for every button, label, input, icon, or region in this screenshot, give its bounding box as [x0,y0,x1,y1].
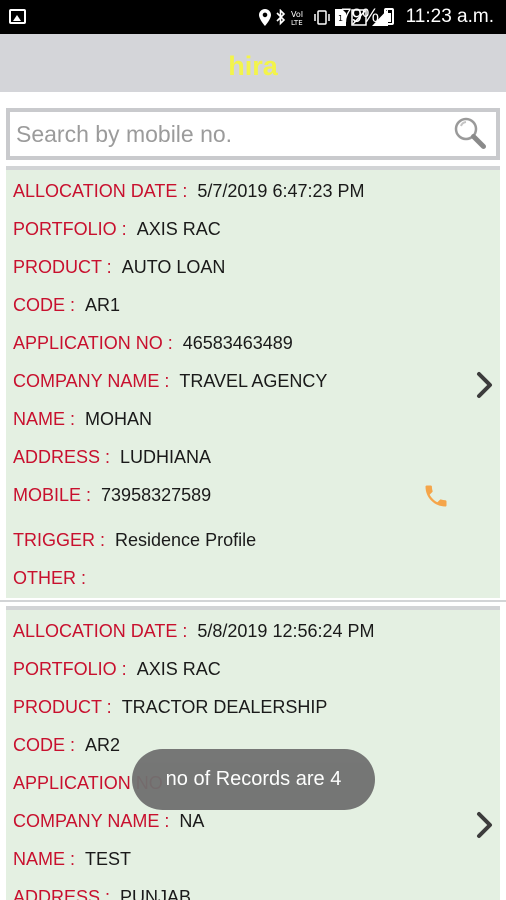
card-divider [0,600,506,602]
name-value: TEST [85,849,132,869]
record-card[interactable]: ALLOCATION DATE : 5/7/2019 6:47:23 PM POR… [6,166,500,598]
mobile-row: MOBILE : 73958327589 [13,480,211,510]
battery-percent: 79% [340,6,379,27]
company-name-row: COMPANY NAME : TRAVEL AGENCY [13,366,327,396]
allocation-date-label: ALLOCATION DATE : [13,181,188,201]
trigger-row: TRIGGER : Residence Profile [13,525,256,555]
company-name-label: COMPANY NAME : [13,811,170,831]
vibrate-icon [314,9,330,25]
svg-text:LTE: LTE [291,19,303,26]
company-name-value: TRAVEL AGENCY [179,371,328,391]
portfolio-row: PORTFOLIO : AXIS RAC [13,214,221,244]
portfolio-value: AXIS RAC [136,219,221,239]
trigger-value: Residence Profile [115,530,257,550]
application-no-label: APPLICATION NO : [13,333,173,353]
location-icon [259,8,271,26]
address-row: ADDRESS : PUNJAB [13,882,191,900]
bluetooth-icon [276,8,286,25]
search-box [6,108,500,160]
application-no-value: 46583463489 [182,333,293,353]
address-label: ADDRESS : [13,447,111,467]
address-label: ADDRESS : [13,887,111,900]
allocation-date-value: 5/7/2019 6:47:23 PM [197,181,365,201]
name-row: NAME : TEST [13,844,131,874]
code-row: CODE : AR2 [13,730,120,760]
app-bar: hira [0,34,506,96]
battery-icon [384,8,394,25]
records-count-toast: no of Records are 4 [132,749,375,810]
code-value: AR1 [85,295,121,315]
product-row: PRODUCT : TRACTOR DEALERSHIP [13,692,327,722]
product-label: PRODUCT : [13,257,112,277]
status-bar: VoI LTE 1 79% 11:23 a.m. [0,0,506,34]
code-label: CODE : [13,295,76,315]
company-name-row: COMPANY NAME : NA [13,806,204,836]
allocation-date-row: ALLOCATION DATE : 5/7/2019 6:47:23 PM [13,176,365,206]
trigger-label: TRIGGER : [13,530,106,550]
company-name-value: NA [179,811,205,831]
code-value: AR2 [85,735,121,755]
portfolio-label: PORTFOLIO : [13,659,127,679]
product-value: TRACTOR DEALERSHIP [121,697,328,717]
address-row: ADDRESS : LUDHIANA [13,442,211,472]
name-row: NAME : MOHAN [13,404,152,434]
code-label: CODE : [13,735,76,755]
code-row: CODE : AR1 [13,290,120,320]
portfolio-row: PORTFOLIO : AXIS RAC [13,654,221,684]
application-no-row: APPLICATION NO : 46583463489 [13,328,293,358]
allocation-date-label: ALLOCATION DATE : [13,621,188,641]
name-value: MOHAN [85,409,153,429]
address-value: PUNJAB [120,887,192,900]
phone-icon[interactable] [422,482,450,510]
other-row: OTHER : [13,563,96,593]
search-bar [0,100,506,166]
svg-text:VoI: VoI [291,10,303,19]
product-label: PRODUCT : [13,697,112,717]
portfolio-label: PORTFOLIO : [13,219,127,239]
chevron-right-icon[interactable] [475,810,495,840]
mobile-value: 73958327589 [101,485,212,505]
company-name-label: COMPANY NAME : [13,371,170,391]
portfolio-value: AXIS RAC [136,659,221,679]
clock: 11:23 a.m. [405,6,494,27]
app-title: hira [228,51,278,81]
volte-icon: VoILTE [291,10,303,26]
name-label: NAME : [13,849,76,869]
product-value: AUTO LOAN [121,257,226,277]
search-icon[interactable] [452,115,490,153]
allocation-date-row: ALLOCATION DATE : 5/8/2019 12:56:24 PM [13,616,375,646]
gallery-icon [9,9,26,24]
mobile-label: MOBILE : [13,485,92,505]
allocation-date-value: 5/8/2019 12:56:24 PM [197,621,375,641]
other-label: OTHER : [13,568,87,588]
product-row: PRODUCT : AUTO LOAN [13,252,225,282]
name-label: NAME : [13,409,76,429]
search-input[interactable] [16,112,446,156]
chevron-right-icon[interactable] [475,370,495,400]
address-value: LUDHIANA [120,447,212,467]
